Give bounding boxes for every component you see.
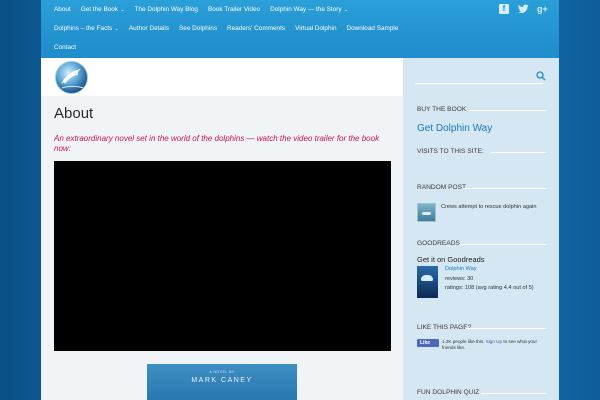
like-count: 1.2K people like this. bbox=[442, 339, 485, 344]
like-count-text: 1.2K people like this. Sign Up to see wh… bbox=[442, 339, 552, 351]
facebook-like-button[interactable]: Like bbox=[417, 339, 439, 347]
nav-label: See Dolphins bbox=[179, 25, 218, 32]
book-cover-image[interactable]: A NOVEL BY MARK CANEY bbox=[147, 364, 297, 400]
widget-title-random-post: RANDOM POST bbox=[417, 184, 467, 191]
search-icon[interactable] bbox=[536, 71, 546, 81]
cover-subtitle: A NOVEL BY bbox=[209, 370, 235, 374]
get-dolphin-way-link[interactable]: Get Dolphin Way bbox=[417, 123, 492, 134]
chevron-down-icon: ⌄ bbox=[342, 6, 349, 13]
nav-label: About bbox=[54, 6, 71, 13]
search-area bbox=[403, 58, 559, 96]
widget-title-visits: VISITS TO THIS SITE: bbox=[417, 148, 484, 155]
twitter-icon[interactable] bbox=[518, 4, 529, 14]
site-header bbox=[41, 58, 559, 96]
goodreads-book-cover[interactable] bbox=[417, 266, 438, 298]
nav-row-3: Contact bbox=[41, 38, 81, 57]
widget-title-like: LIKE THIS PAGE? bbox=[417, 324, 472, 331]
nav-row-2: Dolphins – the Facts ⌄ Author Details See … bbox=[41, 19, 403, 38]
divider bbox=[465, 328, 546, 329]
chevron-down-icon: ⌄ bbox=[119, 6, 125, 13]
nav-label: Dolphin Way — the Story bbox=[270, 5, 342, 13]
nav-label: Dolphins – the Facts bbox=[54, 24, 113, 32]
goodreads-ratings: ratings: 108 (avg rating 4.4 out of 5) bbox=[445, 285, 534, 291]
nav-label: The Dolphin Way Blog bbox=[134, 6, 198, 13]
nav-row-1: About Get the Book ⌄ The Dolphin Way Blog B… bbox=[41, 0, 353, 19]
divider bbox=[467, 110, 546, 111]
nav-item-r2-1[interactable]: Author Details bbox=[124, 19, 174, 38]
nav-item-r2-3[interactable]: Readers' Comments bbox=[222, 19, 290, 38]
nav-item-r1-1[interactable]: Get the Book ⌄ bbox=[76, 0, 130, 20]
chevron-down-icon: ⌄ bbox=[113, 25, 119, 32]
facebook-icon[interactable]: f bbox=[499, 4, 509, 14]
cover-author: MARK CANEY bbox=[191, 377, 253, 384]
nav-item-r2-5[interactable]: Download Sample bbox=[342, 19, 404, 38]
nav-item-r1-2[interactable]: The Dolphin Way Blog bbox=[130, 0, 203, 19]
nav-item-r1-0[interactable]: About bbox=[41, 0, 76, 19]
widget-title-goodreads: GOODREADS bbox=[417, 240, 460, 247]
video-player[interactable] bbox=[54, 161, 391, 351]
site-logo[interactable] bbox=[55, 61, 88, 94]
nav-label: Readers' Comments bbox=[227, 25, 286, 32]
nav-label: Download Sample bbox=[346, 25, 399, 32]
intro-text: An extraordinary novel set in the world … bbox=[54, 134, 380, 153]
nav-label: Author Details bbox=[128, 25, 169, 32]
nav-item-r2-4[interactable]: Virtual Dolphin bbox=[290, 19, 341, 38]
random-post-link[interactable]: Crews attempt to rescue dolphin again bbox=[441, 204, 536, 210]
nav-item-r2-0[interactable]: Dolphins – the Facts ⌄ bbox=[41, 19, 124, 39]
sidebar: BUY THE BOOK Get Dolphin Way VISITS TO T… bbox=[403, 96, 559, 400]
random-post-thumbnail[interactable] bbox=[417, 203, 436, 222]
goodreads-reviews: reviews: 30 bbox=[445, 276, 474, 282]
top-navigation: About Get the Book ⌄ The Dolphin Way Blog B… bbox=[41, 0, 559, 58]
divider bbox=[463, 188, 546, 189]
widget-title-quiz: FUN DOLPHIN QUIZ bbox=[417, 389, 480, 396]
nav-label: Get the Book bbox=[80, 5, 119, 13]
page-title: About bbox=[54, 105, 94, 122]
divider bbox=[459, 244, 546, 245]
nav-item-r1-3[interactable]: Book Trailer Video bbox=[203, 0, 265, 19]
nav-label: Book Trailer Video bbox=[207, 6, 261, 13]
social-links: f g+ bbox=[499, 4, 548, 14]
search-input[interactable] bbox=[415, 70, 543, 84]
widget-title-buy: BUY THE BOOK bbox=[417, 106, 467, 113]
main-content: About An extraordinary novel set in the … bbox=[41, 96, 403, 400]
divider bbox=[491, 152, 546, 153]
nav-item-r2-2[interactable]: See Dolphins bbox=[174, 19, 222, 38]
divider bbox=[481, 393, 546, 394]
nav-item-r3-0[interactable]: Contact bbox=[41, 38, 81, 57]
nav-item-r1-4[interactable]: Dolphin Way — the Story ⌄ bbox=[265, 0, 353, 20]
signup-link[interactable]: Sign Up bbox=[486, 339, 502, 344]
goodreads-link[interactable]: Get it on Goodreads bbox=[417, 255, 485, 264]
nav-label: Contact bbox=[54, 44, 77, 51]
nav-label: Virtual Dolphin bbox=[295, 25, 337, 32]
google-plus-icon[interactable]: g+ bbox=[537, 4, 548, 14]
goodreads-book-title[interactable]: Dolphin Way bbox=[445, 266, 477, 272]
